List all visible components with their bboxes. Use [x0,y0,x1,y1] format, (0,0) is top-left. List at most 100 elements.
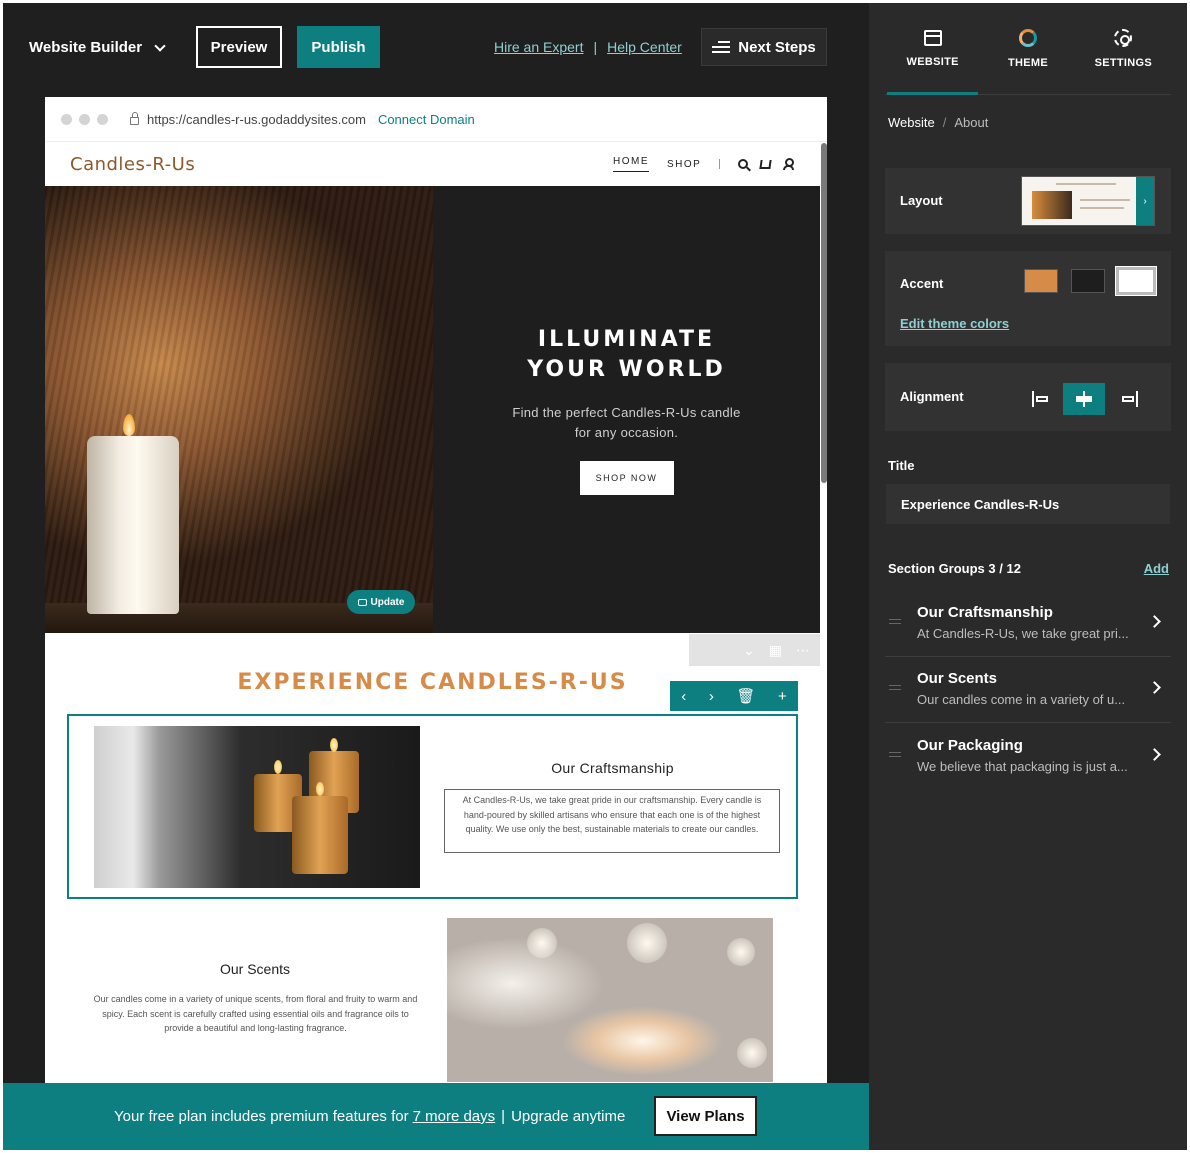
website-builder-menu[interactable]: Website Builder [29,39,166,56]
promo-text: Your free plan includes premium features… [114,1108,409,1125]
craftsmanship-heading: Our Craftsmanship [551,760,674,776]
checklist-icon [712,40,731,54]
site-url: https://candles-r-us.godaddysites.com [147,111,366,127]
align-right-button[interactable] [1107,383,1149,415]
chevron-down-icon[interactable]: ⌄ [743,642,755,659]
shop-now-button[interactable]: SHOP NOW [579,460,674,495]
more-days-link[interactable]: 7 more days [413,1108,496,1125]
add-group-link[interactable]: Add [1144,561,1169,576]
candle-graphic [87,436,179,614]
breadcrumb-website[interactable]: Website [888,115,935,130]
group-desc: Our candles come in a variety of u... [917,692,1126,707]
link-separator: | [593,39,598,55]
hire-expert-link[interactable]: Hire an Expert [494,39,583,55]
free-plan-banner: Your free plan includes premium features… [3,1083,869,1150]
chevron-left-icon[interactable]: ‹ [681,688,686,705]
promo-separator: | [501,1108,506,1125]
preview-scrollbar[interactable] [821,143,827,483]
title-label: Title [888,458,915,473]
breadcrumb: Website / About [888,115,988,130]
accent-swatch-orange[interactable] [1024,269,1058,293]
preview-button[interactable]: Preview [196,26,282,68]
scents-heading: Our Scents [219,961,291,977]
nav-icons [738,158,795,170]
chevron-right-icon[interactable]: › [1136,177,1154,225]
update-label: Update [370,596,405,608]
help-center-link[interactable]: Help Center [607,39,682,55]
tab-website[interactable]: WEBSITE [885,3,980,95]
layout-card[interactable]: Layout › [885,168,1171,234]
craftsmanship-group[interactable]: Our Craftsmanship At Candles-R-Us, we ta… [67,714,798,899]
layout-grid-icon[interactable]: ▦ [769,642,782,659]
tab-settings[interactable]: SETTINGS [1076,3,1171,94]
group-name: Our Packaging [917,737,1023,754]
section-groups-label: Section Groups 3 / 12 [888,561,1021,576]
hero-section[interactable]: Update ILLUMINATE YOUR WORLD Find the pe… [45,186,820,633]
title-input[interactable] [885,483,1171,525]
site-nav: HOME SHOP [613,156,795,172]
connect-domain-link[interactable]: Connect Domain [378,112,475,127]
tab-label: THEME [1007,56,1048,69]
next-steps-label: Next Steps [738,38,816,56]
breadcrumb-current: About [954,115,989,130]
layout-label: Layout [900,193,943,208]
accent-swatch-black[interactable] [1071,269,1105,293]
group-desc: At Candles-R-Us, we take great pri... [917,626,1129,641]
top-links: Hire an Expert | Help Center [494,39,682,55]
search-icon[interactable] [738,159,749,169]
edit-theme-colors-link[interactable]: Edit theme colors [900,316,1009,331]
breadcrumb-separator: / [942,115,947,130]
site-header: Candles-R-Us HOME SHOP [45,142,827,186]
align-center-icon [1074,391,1094,407]
window-icon [923,29,942,46]
plus-icon[interactable]: + [778,688,787,705]
chevron-down-icon [154,39,166,52]
app-window: Website Builder Preview Publish Hire an … [3,3,1187,1150]
chevron-right-icon [1148,681,1161,694]
align-center-button[interactable] [1063,383,1105,415]
nav-shop[interactable]: SHOP [667,159,701,170]
next-steps-button[interactable]: Next Steps [701,28,827,66]
scents-image[interactable] [447,918,773,1082]
accent-swatch-white[interactable] [1115,266,1157,296]
lock-icon [130,111,139,125]
hero-image[interactable]: Update [45,186,433,633]
scents-text: Our candles come in a variety of unique … [93,994,418,1033]
alignment-label: Alignment [900,389,964,404]
drag-handle-icon[interactable] [889,685,901,690]
drag-handle-icon[interactable] [889,619,901,624]
user-icon[interactable] [783,158,795,170]
address-bar: https://candles-r-us.godaddysites.com Co… [45,97,827,142]
align-right-icon [1118,391,1138,407]
cart-icon[interactable] [759,159,772,169]
site-logo[interactable]: Candles-R-Us [70,154,195,175]
craftsmanship-image[interactable] [94,726,420,888]
align-left-button[interactable] [1021,383,1063,415]
group-item-packaging[interactable]: Our Packaging We believe that packaging … [885,724,1171,790]
trash-icon[interactable]: 🗑 [736,687,755,705]
publish-button[interactable]: Publish [297,26,380,68]
brand-label: Website Builder [29,39,143,56]
craftsmanship-text[interactable]: At Candles-R-Us, we take great pride in … [444,789,780,853]
update-image-button[interactable]: Update [347,590,415,614]
group-item-scents[interactable]: Our Scents Our candles come in a variety… [885,657,1171,723]
section-toolbar: ⌄ ▦ ⋯ [689,634,820,666]
item-toolbar: ‹ › 🗑 + [670,681,798,711]
chevron-right-icon [1148,615,1161,628]
more-icon[interactable]: ⋯ [796,642,810,659]
view-plans-button[interactable]: View Plans [654,1096,757,1136]
tab-label: WEBSITE [906,55,959,68]
group-item-craftsmanship[interactable]: Our Craftsmanship At Candles-R-Us, we ta… [885,591,1171,657]
align-left-icon [1032,391,1052,407]
site-preview-frame: https://candles-r-us.godaddysites.com Co… [45,97,827,1087]
group-name: Our Scents [917,670,998,687]
alignment-card: Alignment [885,363,1171,431]
upgrade-text: Upgrade anytime [511,1108,626,1125]
drag-handle-icon[interactable] [889,752,901,757]
nav-home[interactable]: HOME [613,156,649,172]
layout-thumbnail[interactable]: › [1021,176,1155,226]
tab-theme[interactable]: THEME [980,3,1075,94]
chevron-right-icon [1148,748,1161,761]
chevron-right-icon[interactable]: › [709,688,714,705]
group-name: Our Craftsmanship [917,604,1053,621]
